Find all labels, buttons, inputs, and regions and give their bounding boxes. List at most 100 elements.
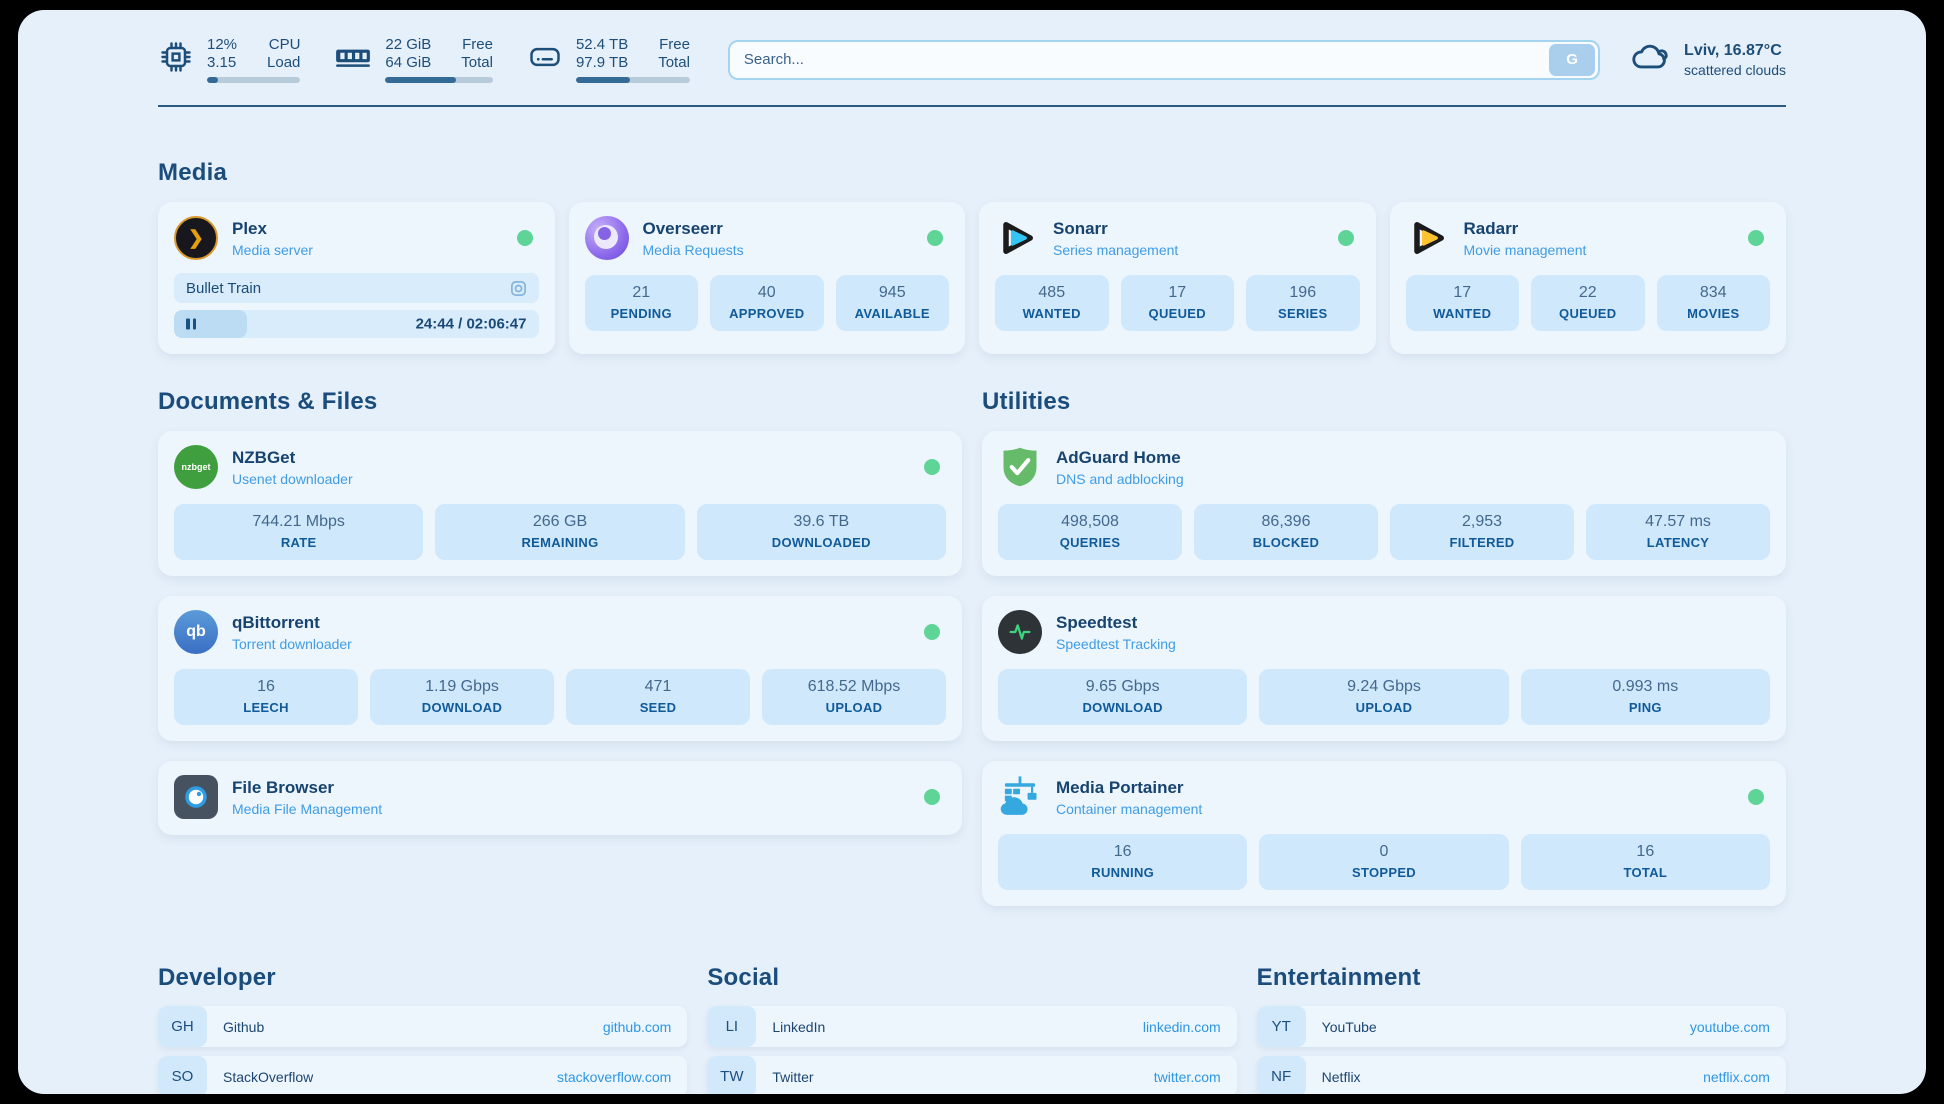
ram-total-value: 64 GiB [385, 54, 431, 71]
stat-label: DOWNLOAD [1004, 700, 1241, 715]
bookmark-abbr: YT [1257, 1006, 1306, 1047]
stat-label: LEECH [180, 700, 352, 715]
stat-label: SEED [572, 700, 744, 715]
status-dot [924, 624, 940, 640]
cloud-icon [1630, 41, 1672, 78]
bookmark-netflix[interactable]: NF Netflix netflix.com [1257, 1056, 1786, 1094]
status-dot [927, 230, 943, 246]
bookmark-stackoverflow[interactable]: SO StackOverflow stackoverflow.com [158, 1056, 687, 1094]
bookmark-url: youtube.com [1690, 1019, 1770, 1035]
app-card-radarr[interactable]: Radarr Movie management 17 WANTED 22 QUE… [1390, 202, 1787, 354]
status-dot [1338, 230, 1354, 246]
portainer-logo-icon [998, 775, 1042, 819]
cpu-icon [158, 39, 194, 80]
app-card-filebrowser[interactable]: File Browser Media File Management [158, 761, 962, 835]
status-dot [924, 789, 940, 805]
ram-icon [334, 42, 372, 77]
bookmark-name: Netflix [1322, 1069, 1361, 1085]
status-dot [517, 230, 533, 246]
bookmark-github[interactable]: GH Github github.com [158, 1006, 687, 1047]
stat-available: 945 AVAILABLE [836, 275, 950, 331]
stat-label: RUNNING [1004, 865, 1241, 880]
pause-icon[interactable] [186, 319, 196, 330]
stat-label: WANTED [1001, 306, 1103, 321]
bookmark-abbr: GH [158, 1006, 207, 1047]
stat-label: DOWNLOAD [376, 700, 548, 715]
playback-time: 24:44 / 02:06:47 [416, 316, 527, 333]
stat-blocked: 86,396 BLOCKED [1194, 504, 1378, 560]
bookmark-name: Github [223, 1019, 264, 1035]
stat-value: 16 [1004, 843, 1241, 861]
session-icon [510, 280, 527, 297]
stat-wanted: 485 WANTED [995, 275, 1109, 331]
bookmark-youtube[interactable]: YT YouTube youtube.com [1257, 1006, 1786, 1047]
bookmark-twitter[interactable]: TW Twitter twitter.com [707, 1056, 1236, 1094]
plex-logo-icon: ❯ [174, 216, 218, 260]
app-card-sonarr[interactable]: Sonarr Series management 485 WANTED 17 Q… [979, 202, 1376, 354]
stat-remaining: 266 GB REMAINING [435, 504, 684, 560]
stat-stopped: 0 STOPPED [1259, 834, 1508, 890]
app-title: AdGuard Home [1056, 448, 1184, 468]
section-title-entertainment: Entertainment [1257, 964, 1786, 992]
bookmark-url: netflix.com [1703, 1069, 1770, 1085]
stat-label: FILTERED [1396, 535, 1568, 550]
cpu-stat: 12% CPU 3.15 Load [158, 36, 300, 83]
app-card-adguard[interactable]: AdGuard Home DNS and adblocking 498,508 … [982, 431, 1786, 576]
bookmark-linkedin[interactable]: LI LinkedIn linkedin.com [707, 1006, 1236, 1047]
stat-label: PING [1527, 700, 1764, 715]
app-card-overseerr[interactable]: Overseerr Media Requests 21 PENDING 40 A… [569, 202, 966, 354]
app-subtitle: Movie management [1464, 242, 1587, 258]
search-engine-button[interactable]: G [1549, 44, 1595, 76]
app-subtitle: Media Requests [643, 242, 744, 258]
stat-upload: 618.52 Mbps UPLOAD [762, 669, 946, 725]
section-title-media: Media [158, 159, 1786, 187]
nzbget-logo-icon: nzbget [174, 445, 218, 489]
stat-running: 16 RUNNING [998, 834, 1247, 890]
stat-label: REMAINING [441, 535, 678, 550]
bookmark-url: stackoverflow.com [557, 1069, 671, 1085]
app-subtitle: Container management [1056, 801, 1202, 817]
stat-label: LATENCY [1592, 535, 1764, 550]
stat-value: 21 [591, 284, 693, 302]
header-divider [158, 105, 1786, 107]
app-subtitle: Usenet downloader [232, 471, 353, 487]
stat-value: 47.57 ms [1592, 513, 1764, 531]
now-playing-widget: Bullet Train 24:44 / 02:06:47 [174, 273, 539, 338]
app-title: Media Portainer [1056, 778, 1202, 798]
stat-label: TOTAL [1527, 865, 1764, 880]
app-card-speedtest[interactable]: Speedtest Speedtest Tracking 9.65 Gbps D… [982, 596, 1786, 741]
ram-label-1: Free [461, 36, 493, 53]
stat-rate: 744.21 Mbps RATE [174, 504, 423, 560]
app-subtitle: DNS and adblocking [1056, 471, 1184, 487]
stat-value: 1.19 Gbps [376, 678, 548, 696]
app-card-portainer[interactable]: Media Portainer Container management 16 … [982, 761, 1786, 906]
bookmark-url: linkedin.com [1143, 1019, 1221, 1035]
app-card-plex[interactable]: ❯ Plex Media server Bullet Train [158, 202, 555, 354]
stat-seed: 471 SEED [566, 669, 750, 725]
stat-label: QUERIES [1004, 535, 1176, 550]
section-title-social: Social [707, 964, 1236, 992]
stat-label: UPLOAD [1265, 700, 1502, 715]
app-card-nzbget[interactable]: nzbget NZBGet Usenet downloader 744.21 M… [158, 431, 962, 576]
disk-icon [527, 39, 563, 80]
now-playing-title: Bullet Train [186, 280, 261, 297]
app-subtitle: Media server [232, 242, 313, 258]
speedtest-logo-icon [998, 610, 1042, 654]
dashboard: 12% CPU 3.15 Load [18, 10, 1926, 1094]
section-title-developer: Developer [158, 964, 687, 992]
search-input[interactable] [744, 51, 1549, 68]
stat-value: 485 [1001, 284, 1103, 302]
disk-label-2: Total [658, 54, 690, 71]
radarr-logo-icon [1406, 216, 1450, 260]
stat-value: 834 [1663, 284, 1765, 302]
section-title-utilities: Utilities [982, 388, 1786, 416]
cpu-label-1: CPU [267, 36, 300, 53]
app-card-qbittorrent[interactable]: qb qBittorrent Torrent downloader 16 LEE… [158, 596, 962, 741]
stat-queries: 498,508 QUERIES [998, 504, 1182, 560]
playback-progress-bar[interactable]: 24:44 / 02:06:47 [174, 310, 539, 338]
stat-value: 266 GB [441, 513, 678, 531]
stat-label: STOPPED [1265, 865, 1502, 880]
cpu-percent: 12% [207, 36, 237, 53]
filebrowser-logo-icon [174, 775, 218, 819]
stat-wanted: 17 WANTED [1406, 275, 1520, 331]
